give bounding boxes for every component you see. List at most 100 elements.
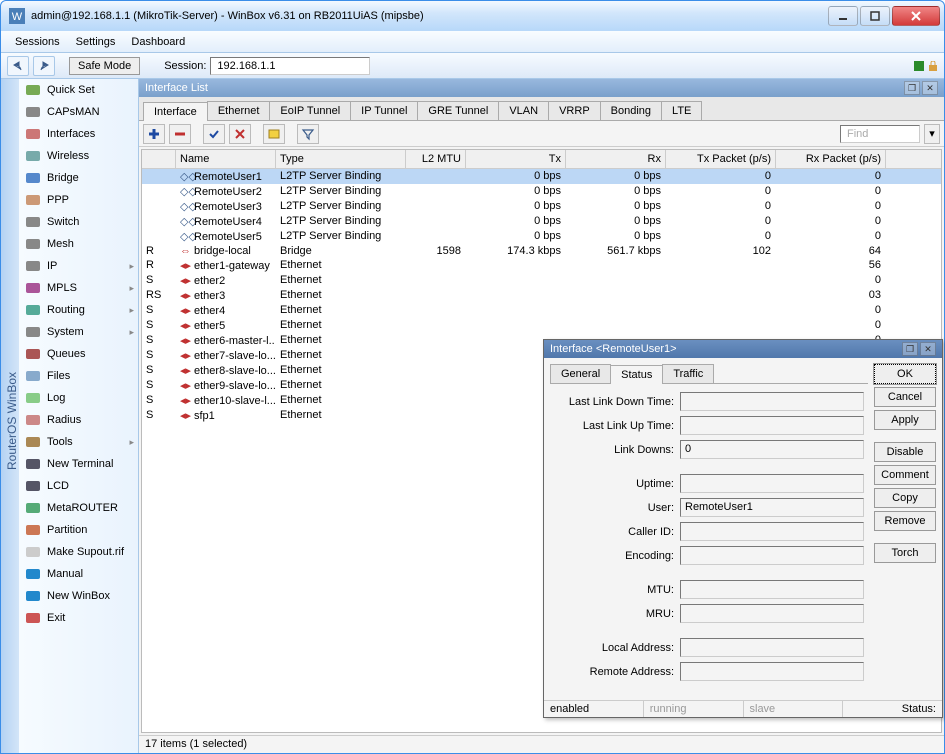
- sidebar-item-mesh[interactable]: Mesh: [19, 233, 138, 255]
- add-button[interactable]: [143, 124, 165, 144]
- table-row[interactable]: ◇◇RemoteUser4L2TP Server Binding0 bps0 b…: [142, 214, 941, 229]
- sidebar-item-make-supout-rif[interactable]: Make Supout.rif: [19, 541, 138, 563]
- table-row[interactable]: R◂▸ether1-gatewayEthernet56: [142, 258, 941, 273]
- tab-vrrp[interactable]: VRRP: [548, 101, 601, 120]
- svg-text:W: W: [12, 11, 23, 23]
- close-button[interactable]: [892, 6, 940, 26]
- menu-settings[interactable]: Settings: [68, 34, 124, 50]
- find-input[interactable]: Find: [840, 125, 920, 143]
- sidebar-item-radius[interactable]: Radius: [19, 409, 138, 431]
- tab-vlan[interactable]: VLAN: [498, 101, 549, 120]
- dialog-tab-general[interactable]: General: [550, 364, 611, 383]
- sidebar-item-tools[interactable]: Tools▸: [19, 431, 138, 453]
- table-row[interactable]: ◇◇RemoteUser2L2TP Server Binding0 bps0 b…: [142, 184, 941, 199]
- sidebar-item-system[interactable]: System▸: [19, 321, 138, 343]
- table-row[interactable]: R⇔bridge-localBridge1598174.3 kbps561.7 …: [142, 244, 941, 258]
- table-row[interactable]: ◇◇RemoteUser5L2TP Server Binding0 bps0 b…: [142, 229, 941, 244]
- sidebar-item-mpls[interactable]: MPLS ▸: [19, 277, 138, 299]
- menu-sessions[interactable]: Sessions: [7, 34, 68, 50]
- cancel-button[interactable]: Cancel: [874, 387, 936, 407]
- sidebar-item-ppp[interactable]: PPP: [19, 189, 138, 211]
- minimize-button[interactable]: [828, 6, 858, 26]
- wifi-icon: [25, 148, 41, 164]
- sidebar-item-label: MPLS: [47, 282, 77, 294]
- tab-gre-tunnel[interactable]: GRE Tunnel: [417, 101, 499, 120]
- session-label: Session:: [164, 60, 206, 72]
- filter-button[interactable]: [297, 124, 319, 144]
- remove-button[interactable]: [169, 124, 191, 144]
- dialog-close-button[interactable]: ✕: [920, 342, 936, 356]
- tab-ip-tunnel[interactable]: IP Tunnel: [350, 101, 418, 120]
- sidebar-item-files[interactable]: Files: [19, 365, 138, 387]
- menu-dashboard[interactable]: Dashboard: [123, 34, 193, 50]
- sidebar-item-capsman[interactable]: CAPsMAN: [19, 101, 138, 123]
- supout-icon: [25, 544, 41, 560]
- sidebar-item-new-winbox[interactable]: New WinBox: [19, 585, 138, 607]
- disable-button[interactable]: Disable: [874, 442, 936, 462]
- files-icon: [25, 368, 41, 384]
- copy-button[interactable]: Copy: [874, 488, 936, 508]
- meta-icon: [25, 500, 41, 516]
- panel-restore-button[interactable]: ❐: [904, 81, 920, 95]
- sidebar-item-quick-set[interactable]: Quick Set: [19, 79, 138, 101]
- sidebar-item-routing[interactable]: Routing▸: [19, 299, 138, 321]
- column-menu-button[interactable]: ▾: [924, 124, 940, 144]
- comment-button[interactable]: [263, 124, 285, 144]
- field-label: Encoding:: [554, 550, 674, 562]
- sidebar-item-label: PPP: [47, 194, 69, 206]
- table-row[interactable]: ◇◇RemoteUser1L2TP Server Binding0 bps0 b…: [142, 169, 941, 184]
- sidebar-item-new-terminal[interactable]: New Terminal: [19, 453, 138, 475]
- field-value: [680, 604, 864, 623]
- dialog-restore-button[interactable]: ❐: [902, 342, 918, 356]
- apply-button[interactable]: Apply: [874, 410, 936, 430]
- field-label: Remote Address:: [554, 666, 674, 678]
- table-row[interactable]: ◇◇RemoteUser3L2TP Server Binding0 bps0 b…: [142, 199, 941, 214]
- table-row[interactable]: S◂▸ether2Ethernet0: [142, 273, 941, 288]
- redo-button[interactable]: [33, 56, 55, 76]
- sidebar-item-bridge[interactable]: Bridge: [19, 167, 138, 189]
- sidebar-item-queues[interactable]: Queues: [19, 343, 138, 365]
- tab-interface[interactable]: Interface: [143, 102, 208, 121]
- safe-mode-button[interactable]: Safe Mode: [69, 57, 140, 75]
- enable-button[interactable]: [203, 124, 225, 144]
- tab-eoip-tunnel[interactable]: EoIP Tunnel: [269, 101, 351, 120]
- maximize-button[interactable]: [860, 6, 890, 26]
- tab-lte[interactable]: LTE: [661, 101, 702, 120]
- sidebar-item-label: Manual: [47, 568, 83, 580]
- submenu-arrow-icon: ▸: [129, 261, 134, 272]
- ok-button[interactable]: OK: [874, 364, 936, 384]
- field-value: RemoteUser1: [680, 498, 864, 517]
- tab-bonding[interactable]: Bonding: [600, 101, 662, 120]
- sidebar-item-partition[interactable]: Partition: [19, 519, 138, 541]
- remove-button[interactable]: Remove: [874, 511, 936, 531]
- undo-button[interactable]: [7, 56, 29, 76]
- sidebar-item-exit[interactable]: Exit: [19, 607, 138, 629]
- sidebar-item-interfaces[interactable]: Interfaces: [19, 123, 138, 145]
- tab-ethernet[interactable]: Ethernet: [207, 101, 271, 120]
- window-titlebar: W admin@192.168.1.1 (MikroTik-Server) - …: [1, 1, 944, 31]
- sidebar-item-lcd[interactable]: LCD: [19, 475, 138, 497]
- sidebar-item-label: CAPsMAN: [47, 106, 100, 118]
- comment-button[interactable]: Comment: [874, 465, 936, 485]
- table-row[interactable]: S◂▸ether5Ethernet0: [142, 318, 941, 333]
- submenu-arrow-icon: ▸: [129, 283, 134, 294]
- table-row[interactable]: S◂▸ether4Ethernet0: [142, 303, 941, 318]
- dialog-tab-status[interactable]: Status: [610, 365, 663, 384]
- torch-button[interactable]: Torch: [874, 543, 936, 563]
- wand-icon: [25, 82, 41, 98]
- sidebar-item-metarouter[interactable]: MetaROUTER: [19, 497, 138, 519]
- sidebar-item-log[interactable]: Log: [19, 387, 138, 409]
- tower-icon: [25, 104, 41, 120]
- lcd-icon: [25, 478, 41, 494]
- sidebar-item-ip[interactable]: IP▸: [19, 255, 138, 277]
- disable-button[interactable]: [229, 124, 251, 144]
- lock-indicator-icon: [928, 61, 938, 71]
- sidebar-item-wireless[interactable]: Wireless: [19, 145, 138, 167]
- sidebar-item-manual[interactable]: Manual: [19, 563, 138, 585]
- panel-close-button[interactable]: ✕: [922, 81, 938, 95]
- sidebar-item-switch[interactable]: Switch: [19, 211, 138, 233]
- dialog-tab-traffic[interactable]: Traffic: [662, 364, 714, 383]
- sidebar-item-label: Wireless: [47, 150, 89, 162]
- menubar: Sessions Settings Dashboard: [1, 31, 944, 53]
- table-row[interactable]: RS◂▸ether3Ethernet03: [142, 288, 941, 303]
